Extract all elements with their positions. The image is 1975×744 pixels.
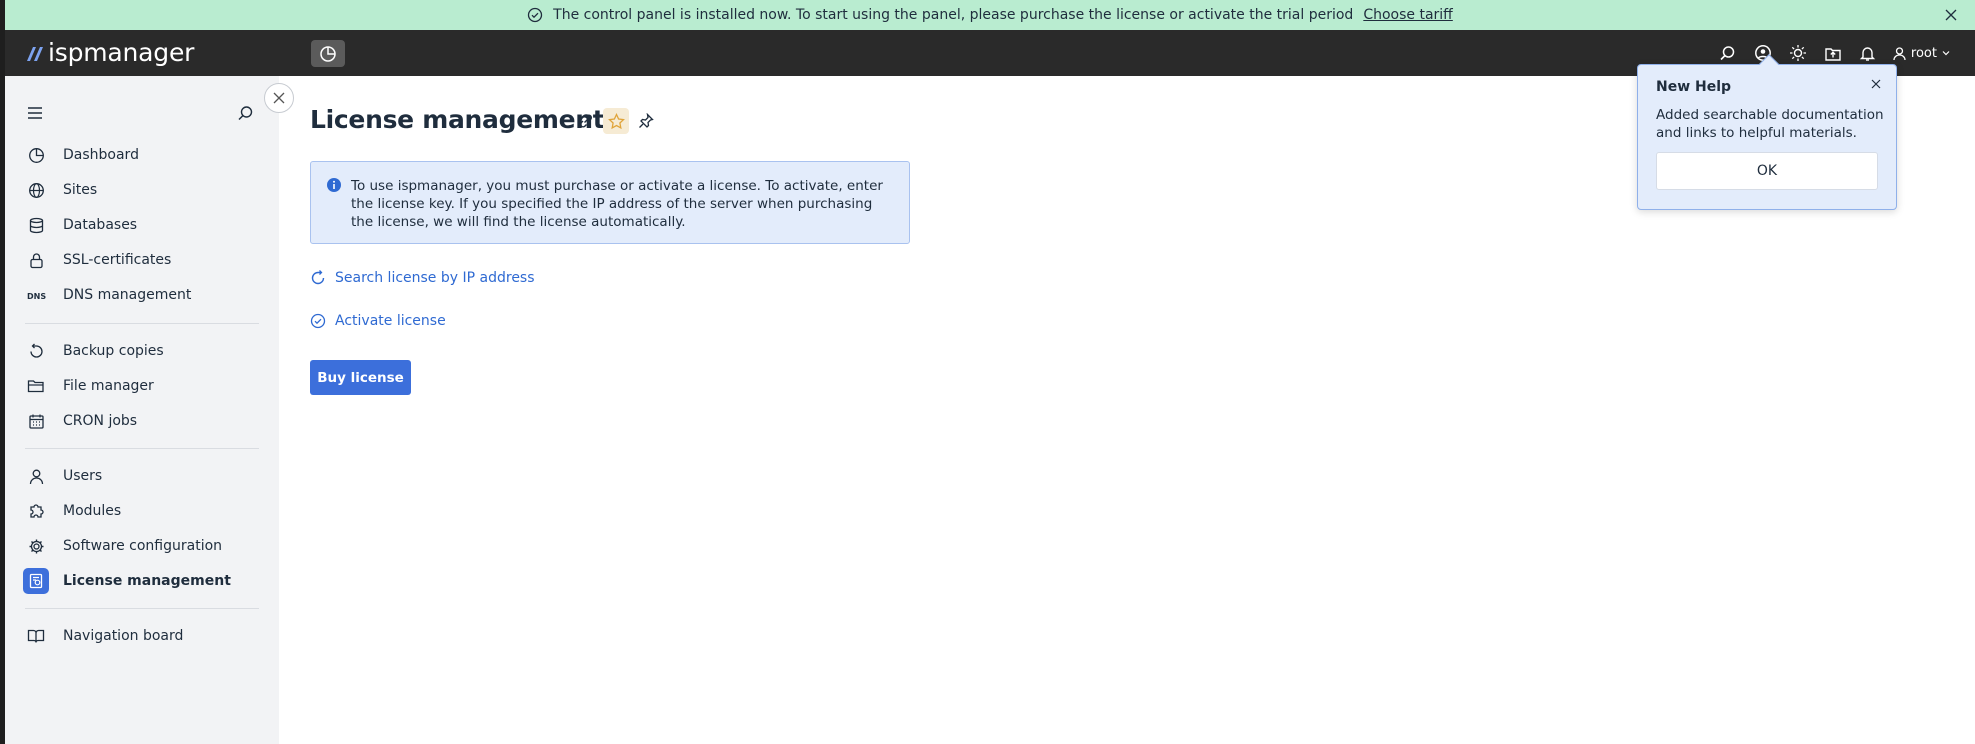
logo-mark-icon	[27, 46, 43, 61]
backup-icon	[23, 338, 49, 364]
sidebar-item-label: Navigation board	[63, 628, 184, 644]
sidebar-item-users[interactable]: Users	[23, 460, 263, 492]
sidebar: Dashboard Sites Databases SSL-certificat…	[5, 76, 279, 744]
sidebar-divider	[25, 608, 259, 609]
sidebar-item-databases[interactable]: Databases	[23, 209, 263, 241]
dashboard-shortcut-button[interactable]	[311, 40, 345, 67]
sidebar-item-label: Sites	[63, 182, 98, 198]
sidebar-item-software-configuration[interactable]: Software configuration	[23, 530, 263, 562]
chevron-down-icon	[1942, 51, 1950, 56]
globe-icon	[23, 177, 49, 203]
info-text: To use ispmanager, you must purchase or …	[351, 178, 883, 230]
sidebar-item-ssl-certificates[interactable]: SSL-certificates	[23, 244, 263, 276]
folder-icon	[23, 373, 49, 399]
sidebar-item-label: License management	[63, 573, 231, 589]
title-actions	[573, 108, 663, 134]
database-icon	[23, 212, 49, 238]
dashboard-icon	[23, 142, 49, 168]
sidebar-divider	[25, 323, 259, 324]
license-banner: The control panel is installed now. To s…	[5, 0, 1975, 30]
sidebar-item-label: CRON jobs	[63, 413, 138, 429]
sidebar-item-label: DNS management	[63, 287, 192, 303]
sidebar-item-label: Backup copies	[63, 343, 164, 359]
license-info-box: To use ispmanager, you must purchase or …	[310, 161, 910, 244]
sidebar-item-dns-management[interactable]: DNS DNS management	[23, 279, 263, 311]
activate-license-link[interactable]: Activate license	[310, 313, 446, 329]
search-icon	[1720, 45, 1735, 60]
user-name: root	[1910, 45, 1937, 61]
notifications-button[interactable]	[1858, 43, 1878, 63]
user-icon	[23, 463, 49, 489]
copy-link-button[interactable]	[573, 108, 599, 134]
logo[interactable]: ispmanager	[25, 38, 194, 67]
popup-ok-button[interactable]: OK	[1656, 152, 1878, 190]
bell-icon	[1860, 46, 1876, 61]
sun-icon	[1789, 45, 1806, 61]
info-icon	[327, 178, 341, 192]
user-icon	[1893, 46, 1906, 60]
pin-button[interactable]	[633, 108, 659, 134]
dns-icon: DNS	[23, 282, 49, 308]
sidebar-item-label: Software configuration	[63, 538, 223, 554]
sidebar-divider	[25, 448, 259, 449]
sidebar-item-label: Databases	[63, 217, 138, 233]
page-title: License management	[310, 105, 605, 134]
calendar-icon	[23, 408, 49, 434]
star-icon	[607, 112, 625, 129]
search-icon[interactable]	[237, 105, 254, 122]
book-icon	[23, 623, 49, 649]
sidebar-item-backup-copies[interactable]: Backup copies	[23, 335, 263, 367]
popup-title: New Help	[1656, 79, 1732, 95]
sidebar-item-cron-jobs[interactable]: CRON jobs	[23, 405, 263, 437]
choose-tariff-link[interactable]: Choose tariff	[1363, 7, 1453, 23]
puzzle-icon	[23, 498, 49, 524]
sidebar-item-label: Dashboard	[63, 147, 139, 163]
close-icon	[273, 92, 285, 104]
search-license-label: Search license by IP address	[335, 270, 535, 286]
check-circle-icon	[528, 7, 543, 23]
sidebar-item-modules[interactable]: Modules	[23, 495, 263, 527]
svg-text:DNS: DNS	[27, 292, 46, 301]
sidebar-item-label: File manager	[63, 378, 154, 394]
banner-message: The control panel is installed now. To s…	[553, 7, 1354, 23]
file-upload-icon	[1825, 48, 1841, 61]
sidebar-item-sites[interactable]: Sites	[23, 174, 263, 206]
popup-text: Added searchable documentation and links…	[1656, 107, 1884, 141]
menu-icon[interactable]	[27, 106, 43, 120]
pin-icon	[639, 113, 654, 128]
theme-toggle-button[interactable]	[1788, 43, 1808, 63]
gear-icon	[23, 533, 49, 559]
license-icon	[23, 568, 49, 594]
sidebar-item-dashboard[interactable]: Dashboard	[23, 139, 263, 171]
favorite-button[interactable]	[603, 108, 629, 134]
buy-license-button[interactable]: Buy license	[310, 360, 411, 395]
check-circle-icon	[310, 313, 326, 329]
lock-icon	[23, 247, 49, 273]
link-icon	[580, 114, 592, 128]
upload-button[interactable]	[1823, 43, 1843, 63]
refresh-icon	[311, 270, 325, 285]
sidebar-item-label: Users	[63, 468, 103, 484]
new-help-popup: New Help Added searchable documentation …	[1637, 54, 1897, 210]
sidebar-item-file-manager[interactable]: File manager	[23, 370, 263, 402]
search-license-by-ip-link[interactable]: Search license by IP address	[310, 270, 535, 286]
activate-license-label: Activate license	[335, 313, 446, 329]
sidebar-item-label: SSL-certificates	[63, 252, 172, 268]
search-button[interactable]	[1718, 43, 1738, 63]
dashboard-icon	[320, 45, 336, 62]
sidebar-collapse-button[interactable]	[264, 83, 294, 113]
logo-text: ispmanager	[48, 38, 195, 67]
close-icon[interactable]	[1943, 7, 1959, 23]
sidebar-item-label: Modules	[63, 503, 122, 519]
sidebar-item-license-management[interactable]: License management	[23, 565, 263, 597]
user-menu[interactable]: root	[1892, 46, 1955, 61]
close-icon[interactable]	[1870, 78, 1882, 90]
sidebar-item-navigation-board[interactable]: Navigation board	[23, 620, 263, 652]
